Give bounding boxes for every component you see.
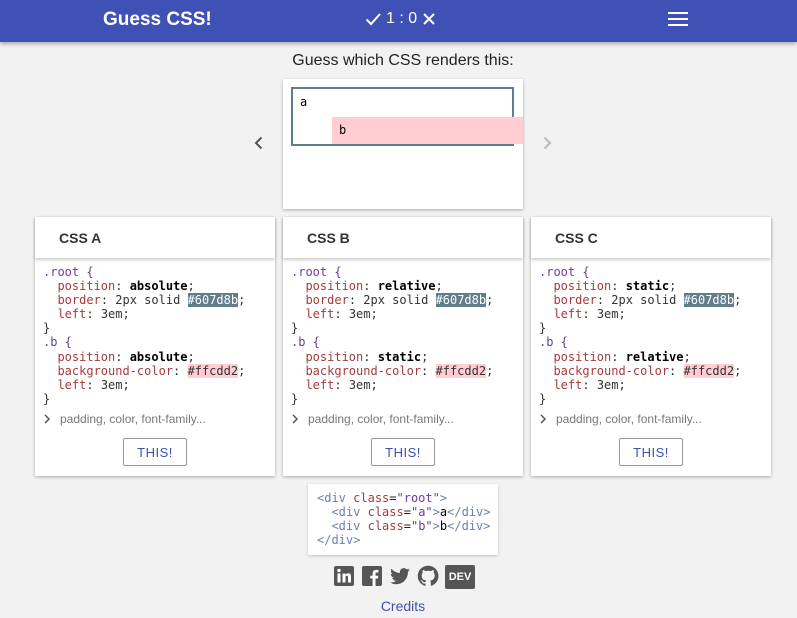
score-text: 1 : 0 (386, 10, 418, 27)
option-title: CSS C (531, 217, 771, 258)
html-code: <div class="root"> <div class="a">a</div… (308, 484, 498, 555)
css-code: .root { position: static; border: 2px so… (539, 265, 742, 406)
chevron-right-small-icon (540, 414, 547, 424)
linkedin-icon[interactable] (333, 565, 355, 587)
top-app-bar: Guess CSS! 1 : 0 (0, 0, 797, 42)
option-title: CSS A (35, 217, 275, 258)
cross-icon (423, 13, 435, 25)
question-text: Guess which CSS renders this: (292, 52, 514, 69)
app-title: Guess CSS! (103, 9, 212, 30)
preview-a: a (300, 95, 308, 109)
this-button-a[interactable]: THIS! (123, 438, 187, 466)
option-card-a: CSS A .root { position: absolute; border… (35, 217, 275, 476)
facebook-icon[interactable] (361, 565, 383, 587)
expand-more-props[interactable]: padding, color, font-family... (43, 412, 206, 426)
check-icon (365, 13, 381, 26)
this-button-c[interactable]: THIS! (619, 438, 683, 466)
score: 1 : 0 (365, 9, 436, 29)
social-links: DEV (333, 565, 475, 589)
expand-more-props[interactable]: padding, color, font-family... (539, 412, 702, 426)
option-title: CSS B (283, 217, 523, 258)
preview-b: b (332, 117, 523, 144)
github-icon[interactable] (417, 565, 439, 587)
option-card-c: CSS C .root { position: static; border: … (531, 217, 771, 476)
hamburger-menu-icon[interactable] (668, 12, 688, 28)
credits-link[interactable]: Credits (0, 598, 797, 614)
chevron-right-small-icon (44, 414, 51, 424)
expand-more-props[interactable]: padding, color, font-family... (291, 412, 454, 426)
chevron-right-icon[interactable] (539, 135, 555, 151)
css-code: .root { position: absolute; border: 2px … (43, 265, 246, 406)
css-code: .root { position: relative; border: 2px … (291, 265, 494, 406)
render-preview: a b (283, 79, 523, 209)
chevron-left-icon[interactable] (251, 135, 267, 151)
dev-icon[interactable]: DEV (445, 565, 475, 589)
chevron-right-small-icon (292, 414, 299, 424)
twitter-icon[interactable] (389, 565, 411, 587)
option-card-b: CSS B .root { position: relative; border… (283, 217, 523, 476)
this-button-b[interactable]: THIS! (371, 438, 435, 466)
